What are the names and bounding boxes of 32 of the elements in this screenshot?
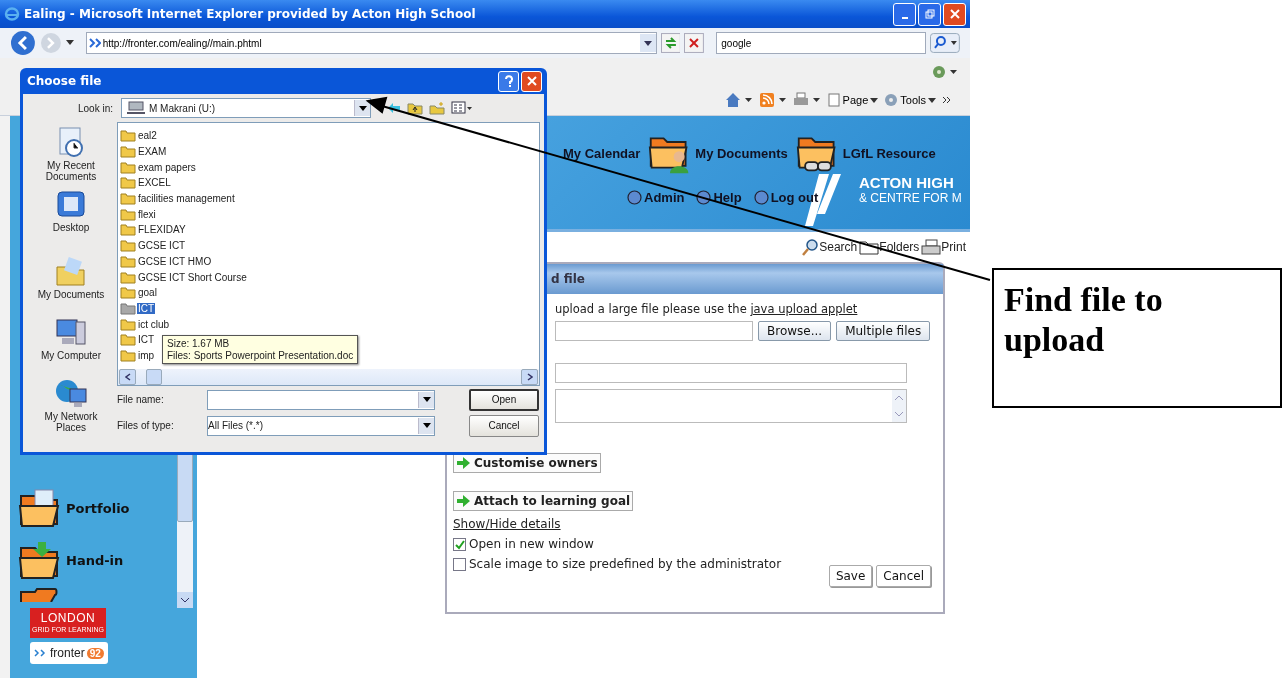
url-text: http://fronter.com/ealing//main.phtml (102, 37, 262, 49)
file-type-label: Files of type: (117, 420, 175, 431)
panel-title: d file (551, 272, 585, 286)
folder-name: EXCEL (137, 177, 172, 189)
folder-name: ICT (137, 334, 156, 346)
dialog-title: Choose file (27, 74, 102, 88)
tooltip-text: Files: Sports Powerpoint Presentation.doc (167, 350, 354, 361)
folder-name: eal2 (137, 130, 158, 142)
folder-name: GCSE ICT (137, 240, 187, 252)
folder-name: FLEXIDAY (137, 224, 187, 236)
folder-name: ict club (137, 318, 171, 330)
file-name-label: File name: (117, 394, 165, 405)
folder-name: EXAM (137, 146, 168, 158)
window-title: Ealing - Microsoft Internet Explorer provided by Acton High School (24, 7, 476, 21)
logo-badge: 92 (86, 647, 104, 659)
school-name: ACTON HIGH (859, 174, 955, 191)
folder-name: GCSE ICT Short Course (137, 271, 248, 283)
folder-name: ICT (137, 302, 156, 314)
notice-text: upload a large file please use the (555, 302, 747, 316)
tooltip-text: Size: 1.67 MB (167, 338, 231, 349)
file-type-value: All Files (*.*) (208, 420, 264, 431)
folder-name: imp (137, 349, 156, 361)
folder-name: facilities management (137, 193, 236, 205)
folder-name: flexi (137, 208, 157, 220)
school-subtitle: & CENTRE FOR M (859, 191, 962, 205)
folder-name: GCSE ICT HMO (137, 255, 213, 267)
look-in-label: Look in: (76, 102, 113, 114)
folder-name: exam papers (137, 161, 197, 173)
callout-box: Find file to upload (992, 268, 1282, 408)
look-in-value: M Makrani (U:) (149, 102, 217, 114)
folder-name: goal (137, 287, 158, 299)
logo-text: fronter (50, 646, 85, 660)
